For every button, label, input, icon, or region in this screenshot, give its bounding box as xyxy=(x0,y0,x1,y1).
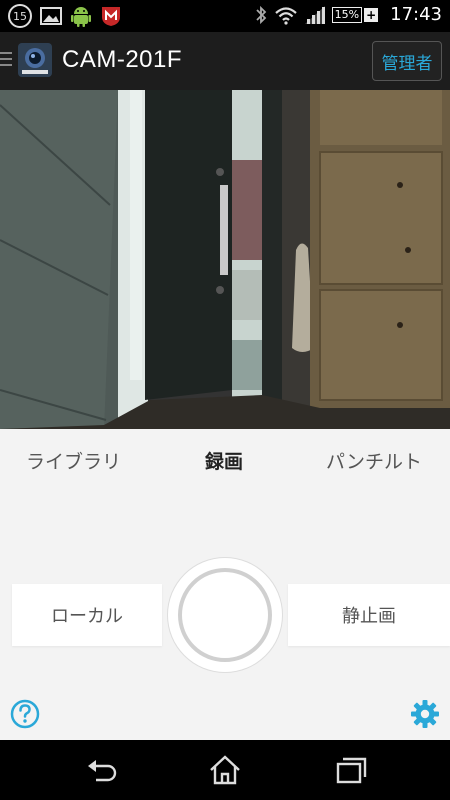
battery-charging-icon: + xyxy=(364,7,379,22)
status-notifications: 15 xyxy=(8,4,122,28)
app-bar: CAM-201F 管理者 xyxy=(0,32,450,90)
back-icon[interactable] xyxy=(84,754,118,786)
wifi-icon xyxy=(274,6,297,25)
tab-library[interactable]: ライブラリ xyxy=(26,447,121,474)
mode-tabs: ライブラリ 録画 パンチルト xyxy=(0,429,450,489)
clock: 17:43 xyxy=(390,4,442,25)
bluetooth-icon xyxy=(256,5,266,24)
iodata-logo-icon[interactable] xyxy=(18,43,52,77)
record-shutter-button[interactable] xyxy=(168,558,282,672)
local-button[interactable]: ローカル xyxy=(12,584,162,646)
recent-apps-icon[interactable] xyxy=(334,754,368,786)
status-bar: 15 15% + 17:43 xyxy=(0,0,450,32)
notification-count-badge: 15 xyxy=(8,4,32,28)
gallery-icon xyxy=(40,7,62,25)
tab-record[interactable]: 録画 xyxy=(205,447,243,474)
battery-percent: 15% xyxy=(331,6,363,23)
camera-name-title: CAM-201F xyxy=(62,46,183,73)
drawer-menu-icon[interactable] xyxy=(0,52,12,68)
tab-pan-tilt[interactable]: パンチルト xyxy=(326,447,422,474)
live-camera-view[interactable] xyxy=(0,90,450,429)
camera-feed-image xyxy=(0,90,450,429)
control-panel: ライブラリ 録画 パンチルト ローカル 静止画 xyxy=(0,429,450,740)
battery-indicator: 15% + xyxy=(331,6,379,23)
still-image-button[interactable]: 静止画 xyxy=(288,584,450,646)
android-icon xyxy=(71,7,91,27)
gear-icon[interactable] xyxy=(410,699,440,729)
shutter-ring xyxy=(178,568,272,662)
mcafee-shield-icon xyxy=(102,7,120,26)
admin-button[interactable]: 管理者 xyxy=(372,41,442,81)
help-circle-icon[interactable] xyxy=(10,699,40,729)
system-nav-bar xyxy=(0,740,450,800)
signal-icon xyxy=(304,5,325,24)
status-system-icons: 15% + 17:43 xyxy=(254,4,442,25)
home-icon[interactable] xyxy=(208,754,242,786)
